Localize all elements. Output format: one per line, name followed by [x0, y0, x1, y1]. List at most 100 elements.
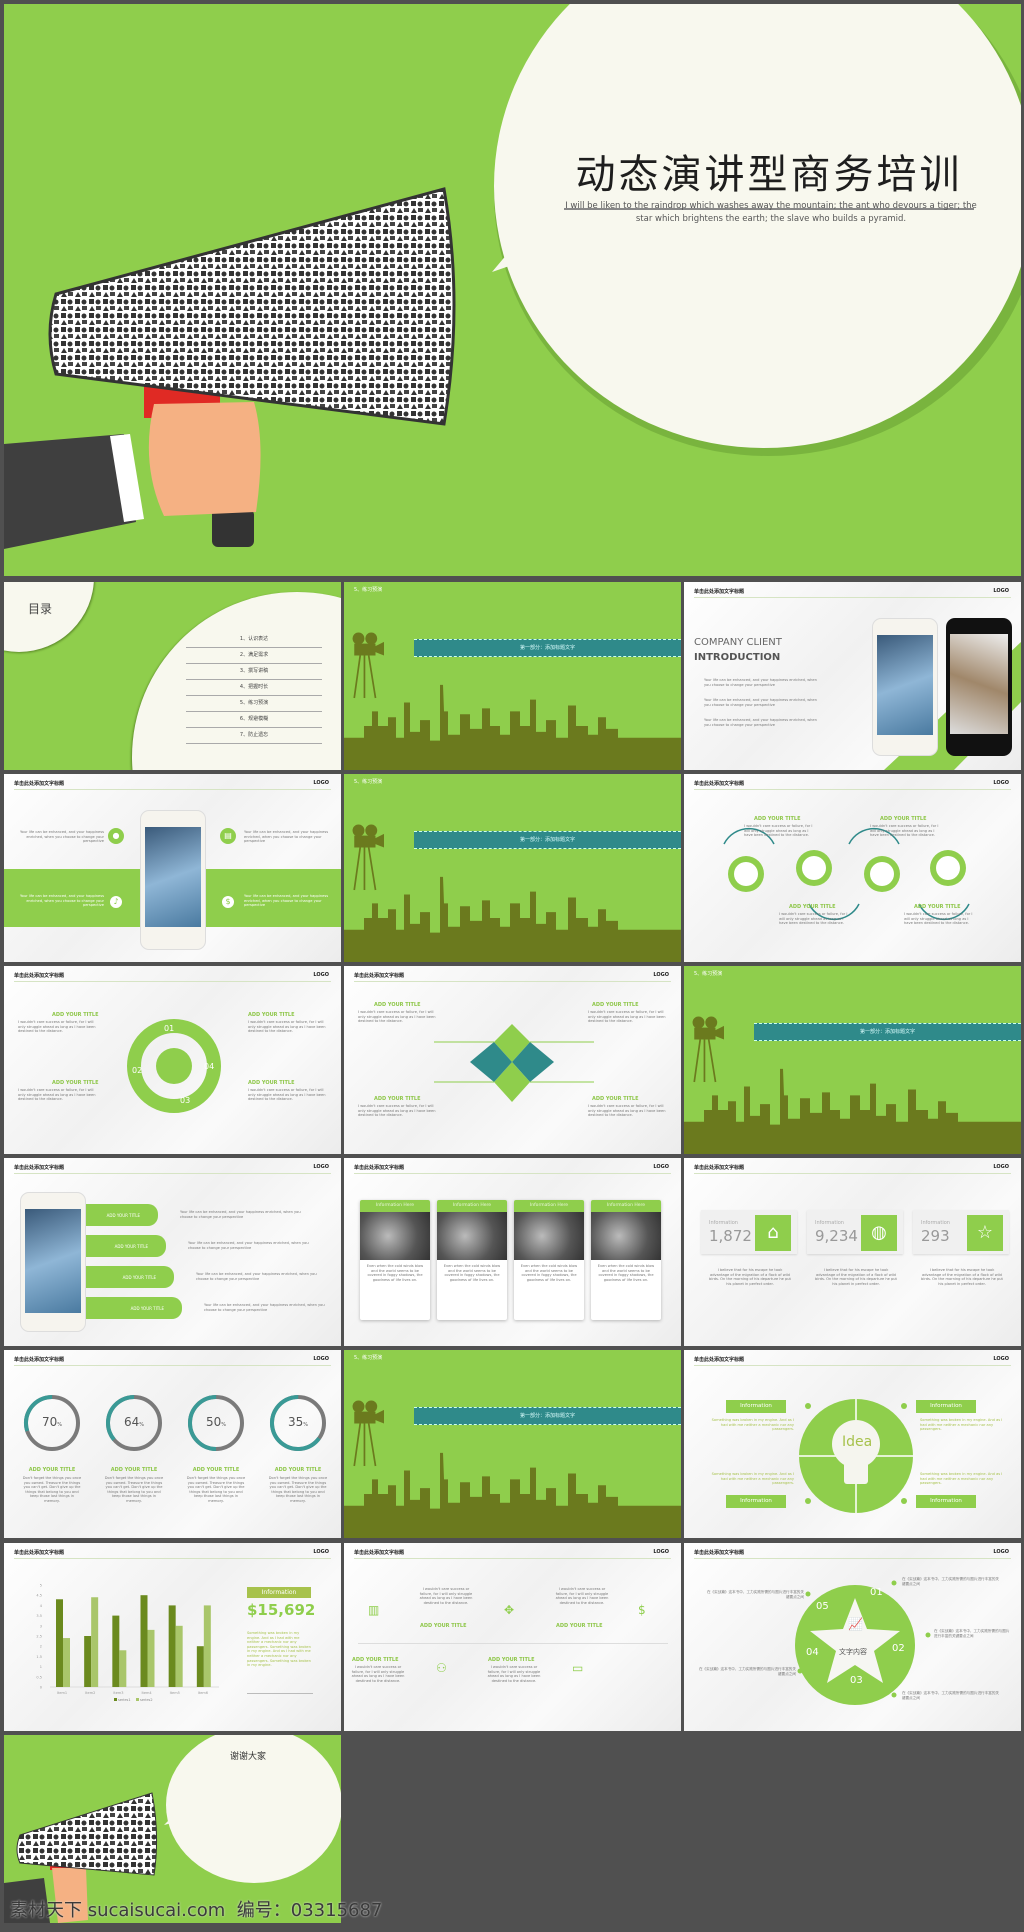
cover-slide[interactable]: 动态演讲型商务培训 I will be liken to the raindro… — [4, 4, 1021, 576]
toc-item[interactable]: 5、练习预演 — [186, 696, 322, 712]
y-tick-label: 1 — [40, 1665, 42, 1669]
slide-star[interactable]: 单击此处添加文字标题 LOGO 📈 文字内容 01 02 03 04 05 在《实… — [684, 1543, 1021, 1731]
toc-item[interactable]: 1、认识表达 — [186, 632, 322, 648]
photo-card[interactable]: Information Here Even when the cold winds… — [437, 1200, 507, 1320]
toc-item[interactable]: 4、把握时长 — [186, 680, 322, 696]
donut-percent: 70% — [41, 1415, 63, 1429]
x-tick-label: Item1 — [57, 1691, 67, 1695]
step-text: I wouldn't care success or failure, for … — [904, 912, 973, 926]
card-header: Information Here — [591, 1200, 661, 1212]
bar-series2 — [63, 1638, 70, 1687]
phone — [20, 1192, 86, 1332]
slide-donuts[interactable]: 单击此处添加文字标题 LOGO 70% ADD YOUR TITLE Don't fo… — [4, 1350, 341, 1538]
photo-card[interactable]: Information Here Even when the cold winds… — [514, 1200, 584, 1320]
house-icon: ⌂ — [755, 1215, 791, 1251]
info-tag: Information — [726, 1495, 786, 1508]
info-text: Something was broken in my engine. And a… — [711, 1418, 794, 1432]
toc-item[interactable]: 6、规避模糊 — [186, 712, 322, 728]
slide-idea[interactable]: 单击此处添加文字标题 LOGO Idea Information Informat… — [684, 1350, 1021, 1538]
y-tick-label: 1.5 — [36, 1655, 42, 1659]
presentation-icon: ▭ — [572, 1661, 584, 1675]
title-bar-label: ADD YOUR TITLE — [106, 1212, 140, 1218]
slide-section-1[interactable]: 5、练习预演 第一部分：添加标题文字 — [344, 582, 681, 770]
cycle-title: ADD YOUR TITLE — [248, 1012, 295, 1018]
money-icon: $ — [220, 894, 236, 910]
slide-header: 单击此处添加文字标题 LOGO — [14, 780, 331, 790]
bar-series1 — [168, 1605, 176, 1687]
apple-icon: ● — [108, 828, 124, 844]
feature-text: Your life can be enhanced, and your happ… — [244, 894, 329, 908]
cinnamon-photo — [437, 1212, 507, 1260]
star-number: 04 — [806, 1647, 819, 1658]
y-tick-label: 2.5 — [36, 1635, 42, 1639]
slide-thanks[interactable]: 谢谢大家 — [4, 1735, 341, 1923]
slide-section-4[interactable]: 5、练习预演 第一部分：添加标题文字 — [344, 1350, 681, 1538]
card-body: Even when the cold winds blow and the wo… — [520, 1264, 578, 1282]
slide-section-3[interactable]: 5、练习预演 第一部分：添加标题文字 — [684, 966, 1021, 1154]
client-bullet: Your life can be enhanced, and your happ… — [704, 698, 817, 707]
slide-process-circles[interactable]: 单击此处添加文字标题 LOGO ADD YOUR TITLE I wouldn't… — [684, 774, 1021, 962]
toc-item[interactable]: 2、满足需求 — [186, 648, 322, 664]
slide-phone-features[interactable]: 单击此处添加文字标题 LOGO Your life can be enhanced… — [4, 774, 341, 962]
photo-card[interactable]: Information Here Even when the cold winds… — [591, 1200, 661, 1320]
slide-toc[interactable]: 目录 1、认识表达 2、满足需求 3、撰写讲稿 4、把握时长 5、练习预演 6、规避模糊 7… — [4, 582, 341, 770]
idea-label: Idea — [842, 1434, 873, 1450]
bar-series1 — [112, 1615, 120, 1687]
section-label: 5、练习预演 — [354, 1355, 383, 1361]
bar-series2 — [147, 1629, 155, 1687]
step-title: ADD YOUR TITLE — [789, 904, 836, 910]
stat-text: I believe that for his escape he took ad… — [921, 1268, 1003, 1286]
slide-bar-chart[interactable]: 单击此处添加文字标题 LOGO 0 0.5 1 1.5 2 2.5 3 3.5 4 4.5 5 Item… — [4, 1543, 341, 1731]
diamond-title: ADD YOUR TITLE — [374, 1002, 421, 1008]
bar-series2 — [175, 1625, 183, 1687]
city-skyline — [344, 874, 681, 962]
toc-item[interactable]: 7、防止遗忘 — [186, 728, 322, 744]
timeline-title: ADD YOUR TITLE — [556, 1623, 603, 1629]
divider — [247, 1693, 313, 1694]
stat-text: I believe that for his escape he took ad… — [709, 1268, 791, 1286]
slide-stats[interactable]: 单击此处添加文字标题 LOGO Information 1,872 ⌂ Informa… — [684, 1158, 1021, 1346]
slide-phone-titles[interactable]: 单击此处添加文字标题 LOGO ADD YOUR TITLE ADD YOUR T… — [4, 1158, 341, 1346]
timeline-text: I wouldn't care success or failure, for … — [487, 1665, 541, 1683]
x-tick-label: Item3 — [113, 1691, 123, 1695]
star-number: 02 — [892, 1643, 905, 1654]
y-tick-label: 0 — [40, 1686, 42, 1690]
city-skyline — [344, 1450, 681, 1538]
feature-text: Your life can be enhanced, and your happ… — [19, 830, 104, 844]
logo: LOGO — [313, 1164, 329, 1170]
stat-label: Information — [921, 1220, 950, 1226]
star-number: 01 — [870, 1587, 883, 1598]
toc-item[interactable]: 3、撰写讲稿 — [186, 664, 322, 680]
logo: LOGO — [993, 588, 1009, 594]
y-tick-label: 4.5 — [36, 1594, 42, 1598]
slide-diamond[interactable]: 单击此处添加文字标题 LOGO ADD YOUR TITLE I wouldn't… — [344, 966, 681, 1154]
slide-photo-cards[interactable]: 单击此处添加文字标题 LOGO Information Here Even when… — [344, 1158, 681, 1346]
toc-title: 目录 — [28, 602, 53, 616]
card-body: Even when the cold winds blow and the wo… — [443, 1264, 501, 1282]
photo-card[interactable]: Information Here Even when the cold winds… — [360, 1200, 430, 1320]
slide-header: 单击此处添加文字标题 LOGO — [354, 1164, 671, 1174]
cover-subtitle: I will be liken to the raindrop which wa… — [565, 201, 977, 224]
legend-swatch — [114, 1698, 117, 1701]
section-label: 5、练习预演 — [694, 971, 723, 977]
slide-icon-timeline[interactable]: 单击此处添加文字标题 LOGO ▥ ⚇ ✥ ▭ $ ADD YOUR TITLE … — [344, 1543, 681, 1731]
info-text: Something was broken in my engine. And a… — [711, 1472, 794, 1486]
slide-section-2[interactable]: 5、练习预演 第一部分：添加标题文字 — [344, 774, 681, 962]
cycle-text: I wouldn't care success or failure, for … — [18, 1088, 96, 1102]
slide-header: 单击此处添加文字标题 LOGO — [354, 1549, 671, 1559]
title-bar-label: ADD YOUR TITLE — [130, 1305, 164, 1311]
donut-percent: 35% — [287, 1415, 309, 1429]
diamond-text: I wouldn't care success or failure, for … — [358, 1104, 436, 1118]
city-skyline — [344, 682, 681, 770]
donut-title: ADD YOUR TITLE — [192, 1467, 240, 1473]
title-bar-label: ADD YOUR TITLE — [122, 1274, 156, 1280]
slide-company-client[interactable]: 单击此处添加文字标题 LOGO COMPANY CLIENT INTRODUCTI… — [684, 582, 1021, 770]
header-title: 单击此处添加文字标题 — [14, 1165, 65, 1171]
megaphone-grip — [212, 509, 254, 547]
step-title: ADD YOUR TITLE — [880, 816, 927, 822]
info-tag: Information — [916, 1495, 976, 1508]
title-bar: ADD YOUR TITLE — [82, 1266, 174, 1288]
bar-description: Your life can be enhanced, and your happ… — [188, 1241, 309, 1250]
slide-cycle[interactable]: 单击此处添加文字标题 LOGO 01 04 03 02 ADD YOUR TITL… — [4, 966, 341, 1154]
legend-label: series1 — [118, 1698, 131, 1702]
